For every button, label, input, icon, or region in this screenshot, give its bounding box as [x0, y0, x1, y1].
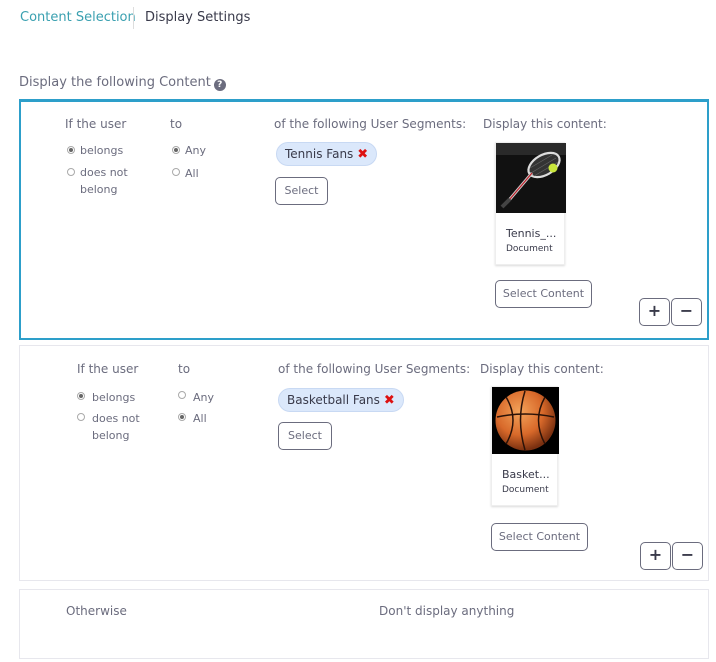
question-circle-icon[interactable]: ? [213, 79, 226, 91]
select-segment-button[interactable]: Select [278, 422, 332, 450]
select-content-button[interactable]: Select Content [491, 523, 588, 551]
belongs-label: belongs [80, 144, 124, 157]
tennis-racket-thumbnail [496, 143, 566, 213]
select-segment-button[interactable]: Select [275, 177, 328, 205]
segment-chip: Basketball Fans ✖ [278, 388, 404, 412]
section-label-text: Display the following Content [19, 75, 211, 90]
if-user-label: If the user [77, 362, 139, 376]
rule-panel-2: If the user to of the following User Seg… [19, 345, 709, 581]
to-label: to [170, 117, 183, 131]
any-label: Any [193, 391, 215, 404]
rule-panel-1: If the user to of the following User Seg… [19, 99, 709, 340]
tab-bar: Content Selection Display Settings [0, 0, 716, 36]
remove-x-icon[interactable]: ✖ [357, 147, 368, 162]
basketball-thumbnail [492, 387, 559, 454]
add-rule-button[interactable]: + [640, 542, 671, 570]
section-label: Display the following Content? [19, 75, 226, 91]
otherwise-panel: Otherwise Don't display anything [19, 589, 709, 659]
all-radio[interactable] [178, 413, 186, 421]
belongs-label: belongs [92, 391, 136, 404]
content-title: Tennis_... [506, 227, 557, 240]
any-radio[interactable] [172, 146, 180, 154]
does-not-label: does not [92, 412, 140, 425]
segments-label: of the following User Segments: [278, 362, 471, 376]
tab-divider [133, 7, 134, 29]
remove-x-icon[interactable]: ✖ [384, 393, 395, 408]
all-radio[interactable] [172, 168, 180, 176]
segment-chip-label: Basketball Fans [287, 393, 380, 407]
belong-label: belong [80, 183, 118, 196]
if-user-label: If the user [65, 117, 127, 131]
content-title: Basket... [502, 468, 550, 481]
tab-content-selection[interactable]: Content Selection [20, 10, 136, 25]
segments-label: of the following User Segments: [274, 117, 467, 131]
remove-rule-button[interactable]: − [671, 298, 702, 326]
content-card[interactable]: Basket... Document [491, 386, 559, 506]
belong-label: belong [92, 429, 130, 442]
all-label: All [193, 412, 207, 425]
belongs-radio[interactable] [67, 146, 75, 154]
content-label: Display this content: [483, 117, 607, 131]
any-radio[interactable] [178, 391, 186, 399]
content-card[interactable]: Tennis_... Document [495, 142, 566, 265]
does-not-label: does not [80, 166, 128, 179]
segment-chip: Tennis Fans ✖ [276, 142, 378, 166]
otherwise-label: Otherwise [66, 604, 127, 618]
otherwise-value: Don't display anything [379, 604, 515, 618]
select-content-button[interactable]: Select Content [495, 280, 592, 308]
tab-display-settings[interactable]: Display Settings [145, 10, 250, 25]
content-type: Document [506, 244, 553, 254]
add-rule-button[interactable]: + [639, 298, 670, 326]
segment-chip-label: Tennis Fans [285, 147, 354, 161]
any-label: Any [185, 144, 207, 157]
remove-rule-button[interactable]: − [672, 542, 703, 570]
content-label: Display this content: [480, 362, 604, 376]
does-not-belong-radio[interactable] [77, 413, 85, 421]
to-label: to [178, 362, 191, 376]
all-label: All [185, 167, 199, 180]
does-not-belong-radio[interactable] [67, 168, 75, 176]
belongs-radio[interactable] [77, 392, 85, 400]
content-type: Document [502, 485, 549, 495]
